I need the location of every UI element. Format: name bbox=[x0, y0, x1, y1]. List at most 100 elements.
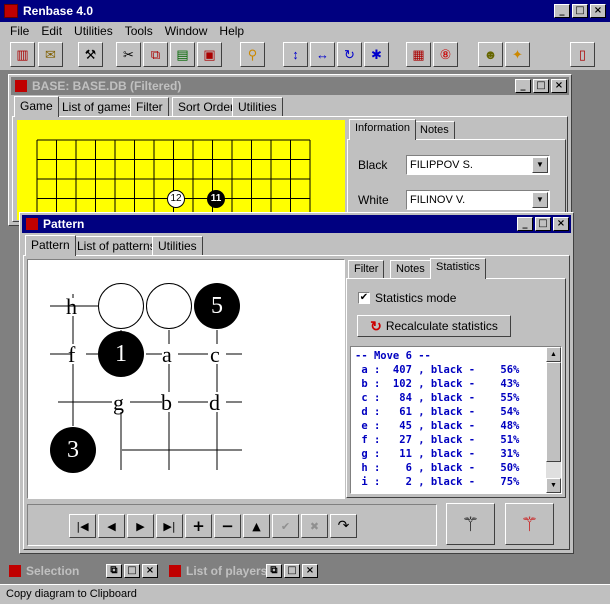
statistics-list[interactable]: -- Move 6 -- a : 407 , black - 56% b : 1… bbox=[350, 346, 562, 494]
magic-wand-button[interactable]: ⚚ bbox=[446, 503, 495, 545]
diagram-letter-c: c bbox=[210, 342, 220, 367]
tab-sort-order[interactable]: Sort Order bbox=[172, 97, 241, 116]
menu-utilities[interactable]: Utilities bbox=[74, 24, 113, 38]
base-minimize-button[interactable]: _ bbox=[515, 79, 531, 93]
search-icon[interactable]: ⚲ bbox=[240, 42, 265, 67]
grid-icon[interactable]: ▦ bbox=[406, 42, 431, 67]
star-icon[interactable]: ✦ bbox=[505, 42, 530, 67]
app-maximize-button[interactable]: □ bbox=[572, 4, 588, 18]
tab-statistics[interactable]: Statistics bbox=[430, 258, 487, 279]
base-maximize-button[interactable]: □ bbox=[533, 79, 549, 93]
diagram-stone-white-2 bbox=[146, 283, 192, 329]
tab-information[interactable]: Information bbox=[349, 119, 417, 140]
black-player-combo[interactable]: FILIPPOV S. ▼ bbox=[406, 155, 550, 175]
flip-horizontal-icon[interactable]: ↔ bbox=[310, 42, 335, 67]
base-window-title: BASE: BASE.DB (Filtered) bbox=[32, 79, 182, 93]
last-move-button[interactable]: ▶| bbox=[156, 514, 183, 538]
menu-window[interactable]: Window bbox=[165, 24, 208, 38]
menu-file[interactable]: File bbox=[10, 24, 29, 38]
next-move-button[interactable]: ▶ bbox=[127, 514, 154, 538]
copy-icon[interactable]: ⧉ bbox=[143, 42, 168, 67]
mail-icon[interactable]: ✉ bbox=[38, 42, 63, 67]
diagram-letter-h: h bbox=[66, 294, 77, 319]
app-minimize-button[interactable]: _ bbox=[554, 4, 570, 18]
add-move-button[interactable]: + bbox=[185, 514, 212, 538]
first-move-button[interactable]: |◀ bbox=[69, 514, 96, 538]
menu-tools[interactable]: Tools bbox=[125, 24, 153, 38]
pattern-window-icon bbox=[26, 218, 38, 230]
recalculate-statistics-button[interactable]: ↻ Recalculate statistics bbox=[357, 315, 511, 337]
white-player-combo[interactable]: FILINOV V. ▼ bbox=[406, 190, 550, 210]
diagram-letter-b: b bbox=[161, 390, 172, 415]
clear-wand-icon: ⚚ bbox=[520, 513, 539, 536]
tab-filter[interactable]: Filter bbox=[130, 97, 169, 116]
app-close-button[interactable]: × bbox=[590, 4, 606, 18]
up-button[interactable]: ▲ bbox=[243, 514, 270, 538]
pattern-window-title: Pattern bbox=[43, 217, 85, 231]
diagram-letter-a: a bbox=[162, 342, 172, 367]
figure-icon[interactable]: ✱ bbox=[364, 42, 389, 67]
cut-icon[interactable]: ✂ bbox=[116, 42, 141, 67]
statistics-scrollbar[interactable]: ▲ ▼ bbox=[546, 347, 561, 493]
tools-icon[interactable]: ⚒ bbox=[78, 42, 103, 67]
open-base-icon[interactable]: ▥ bbox=[10, 42, 35, 67]
base-close-button[interactable]: × bbox=[551, 79, 567, 93]
minimized-selection[interactable]: Selection ⧉ □ × bbox=[5, 562, 160, 580]
players-window-icon bbox=[169, 565, 181, 577]
menu-help[interactable]: Help bbox=[219, 24, 244, 38]
players-maximize-button[interactable]: □ bbox=[284, 564, 300, 578]
diagram-stone-1: 1 bbox=[98, 331, 144, 377]
recalculate-icon: ↻ bbox=[370, 317, 382, 334]
print-icon[interactable]: ▣ bbox=[197, 42, 222, 67]
previous-move-button[interactable]: ◀ bbox=[98, 514, 125, 538]
clear-wand-button[interactable]: ⚚ bbox=[505, 503, 554, 545]
tab-notes-pattern[interactable]: Notes bbox=[390, 260, 431, 279]
chevron-down-icon[interactable]: ▼ bbox=[532, 157, 548, 173]
tab-utilities-pattern[interactable]: Utilities bbox=[152, 236, 203, 255]
selection-title: Selection bbox=[26, 564, 80, 578]
scroll-up-button[interactable]: ▲ bbox=[546, 347, 561, 362]
selection-maximize-button[interactable]: □ bbox=[124, 564, 140, 578]
tab-game[interactable]: Game bbox=[14, 96, 59, 117]
flip-vertical-icon[interactable]: ↕ bbox=[283, 42, 308, 67]
chevron-down-icon[interactable]: ▼ bbox=[532, 192, 548, 208]
diagram-letter-f: f bbox=[68, 342, 76, 367]
minimized-list-of-players[interactable]: List of players ⧉ □ × bbox=[165, 562, 320, 580]
black-label: Black bbox=[358, 158, 388, 172]
menu-edit[interactable]: Edit bbox=[41, 24, 62, 38]
exit-icon[interactable]: ▯ bbox=[570, 42, 595, 67]
scroll-down-button[interactable]: ▼ bbox=[546, 478, 561, 493]
remove-move-button[interactable]: − bbox=[214, 514, 241, 538]
rotate-icon[interactable]: ↻ bbox=[337, 42, 362, 67]
selection-restore-button[interactable]: ⧉ bbox=[106, 564, 122, 578]
black-player-value: FILIPPOV S. bbox=[410, 159, 473, 171]
pattern-minimize-button[interactable]: _ bbox=[517, 217, 533, 231]
pattern-maximize-button[interactable]: □ bbox=[535, 217, 551, 231]
base-window-icon bbox=[15, 80, 27, 92]
pattern-window-titlebar: Pattern _ □ × bbox=[22, 215, 571, 233]
pattern-close-button[interactable]: × bbox=[553, 217, 569, 231]
tab-utilities[interactable]: Utilities bbox=[232, 97, 283, 116]
redo-button[interactable]: ↷ bbox=[330, 514, 357, 538]
diagram-stone-5: 5 bbox=[194, 283, 240, 329]
board-stone-12: 12 bbox=[167, 190, 185, 208]
players-close-button[interactable]: × bbox=[302, 564, 318, 578]
tab-pattern[interactable]: Pattern bbox=[25, 235, 76, 256]
clear-button[interactable]: ✖ bbox=[301, 514, 328, 538]
statistics-mode-checkbox[interactable]: ✔ bbox=[358, 292, 370, 304]
players-restore-button[interactable]: ⧉ bbox=[266, 564, 282, 578]
base-window-titlebar: BASE: BASE.DB (Filtered) _ □ × bbox=[11, 77, 569, 95]
check-button[interactable]: ✔ bbox=[272, 514, 299, 538]
scroll-thumb[interactable] bbox=[546, 362, 561, 462]
players-icon[interactable]: ☻ bbox=[478, 42, 503, 67]
selection-close-button[interactable]: × bbox=[142, 564, 158, 578]
tab-notes-info[interactable]: Notes bbox=[414, 121, 455, 140]
tab-list-of-patterns[interactable]: List of patterns bbox=[71, 236, 162, 255]
tab-filter-pattern[interactable]: Filter bbox=[348, 260, 385, 279]
paste-icon[interactable]: ▤ bbox=[170, 42, 195, 67]
pattern-diagram[interactable]: h f a c g b d 5 1 3 bbox=[27, 259, 345, 499]
white-player-value: FILINOV V. bbox=[410, 194, 466, 206]
eight-icon[interactable]: ⑧ bbox=[433, 42, 458, 67]
tab-list-of-games[interactable]: List of games bbox=[56, 97, 140, 116]
game-board[interactable]: 12 11 bbox=[17, 120, 345, 220]
